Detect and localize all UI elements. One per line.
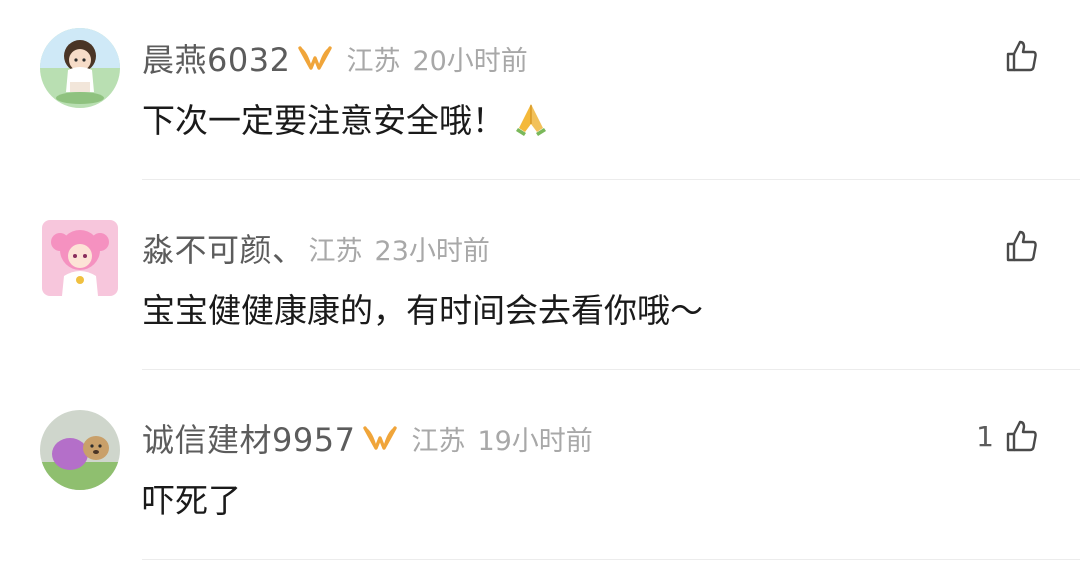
thumbs-up-icon: [1004, 228, 1040, 264]
username[interactable]: 诚信建材9957: [142, 415, 355, 461]
comment-text: 宝宝健健康康的，有时间会去看你哦～: [142, 284, 703, 332]
location: 江苏: [411, 425, 466, 457]
username[interactable]: 淼不可颜、: [142, 225, 305, 271]
anime-pink-hair-avatar-icon: [42, 220, 118, 296]
comment-item: 晨燕6032 江苏 20小时前 下次一定要注意安全哦！: [0, 0, 1080, 190]
timestamp: 23小时前: [374, 235, 490, 267]
timestamp: 19小时前: [477, 425, 593, 457]
comment-item: 诚信建材9957 江苏 19小时前 吓死了 1: [0, 380, 1080, 570]
username[interactable]: 晨燕6032: [142, 35, 290, 81]
comment-item: 淼不可颜、 江苏 23小时前 宝宝健健康康的，有时间会去看你哦～: [0, 190, 1080, 380]
comment-body: 下次一定要注意安全哦！: [142, 101, 505, 140]
comment-list: 晨燕6032 江苏 20小时前 下次一定要注意安全哦！ 淼不可颜、 江苏 23小…: [0, 0, 1080, 570]
comment-body: 吓死了: [142, 481, 241, 520]
thumbs-up-icon: [1004, 38, 1040, 74]
comment-header: 淼不可颜、 江苏 23小时前: [142, 225, 490, 271]
cartoon-girl-avatar-icon: [40, 28, 120, 108]
comment-meta: 江苏 19小时前: [411, 419, 592, 458]
comment-meta: 江苏 23小时前: [309, 229, 490, 268]
vip-badge-icon: [296, 43, 334, 73]
comment-text: 下次一定要注意安全哦！: [142, 94, 551, 142]
avatar[interactable]: [42, 220, 118, 296]
vip-badge-icon: [361, 423, 399, 453]
comment-meta: 江苏 20小时前: [346, 39, 527, 78]
comment-body: 宝宝健健康康的，有时间会去看你哦～: [142, 291, 703, 330]
like-button[interactable]: [994, 226, 1040, 266]
like-button[interactable]: 1: [976, 416, 1040, 456]
thumbs-up-icon: [1004, 418, 1040, 454]
divider: [142, 559, 1080, 560]
divider: [142, 179, 1080, 180]
avatar[interactable]: [40, 28, 120, 108]
like-count: 1: [976, 419, 994, 453]
divider: [142, 369, 1080, 370]
folded-hands-icon: [511, 98, 551, 138]
like-button[interactable]: [994, 36, 1040, 76]
avatar[interactable]: [40, 410, 120, 490]
location: 江苏: [346, 45, 401, 77]
comment-text: 吓死了: [142, 474, 241, 522]
comment-header: 诚信建材9957 江苏 19小时前: [142, 415, 593, 461]
timestamp: 20小时前: [412, 45, 528, 77]
dog-photo-avatar-icon: [40, 410, 120, 490]
comment-header: 晨燕6032 江苏 20小时前: [142, 35, 528, 81]
location: 江苏: [308, 235, 363, 267]
